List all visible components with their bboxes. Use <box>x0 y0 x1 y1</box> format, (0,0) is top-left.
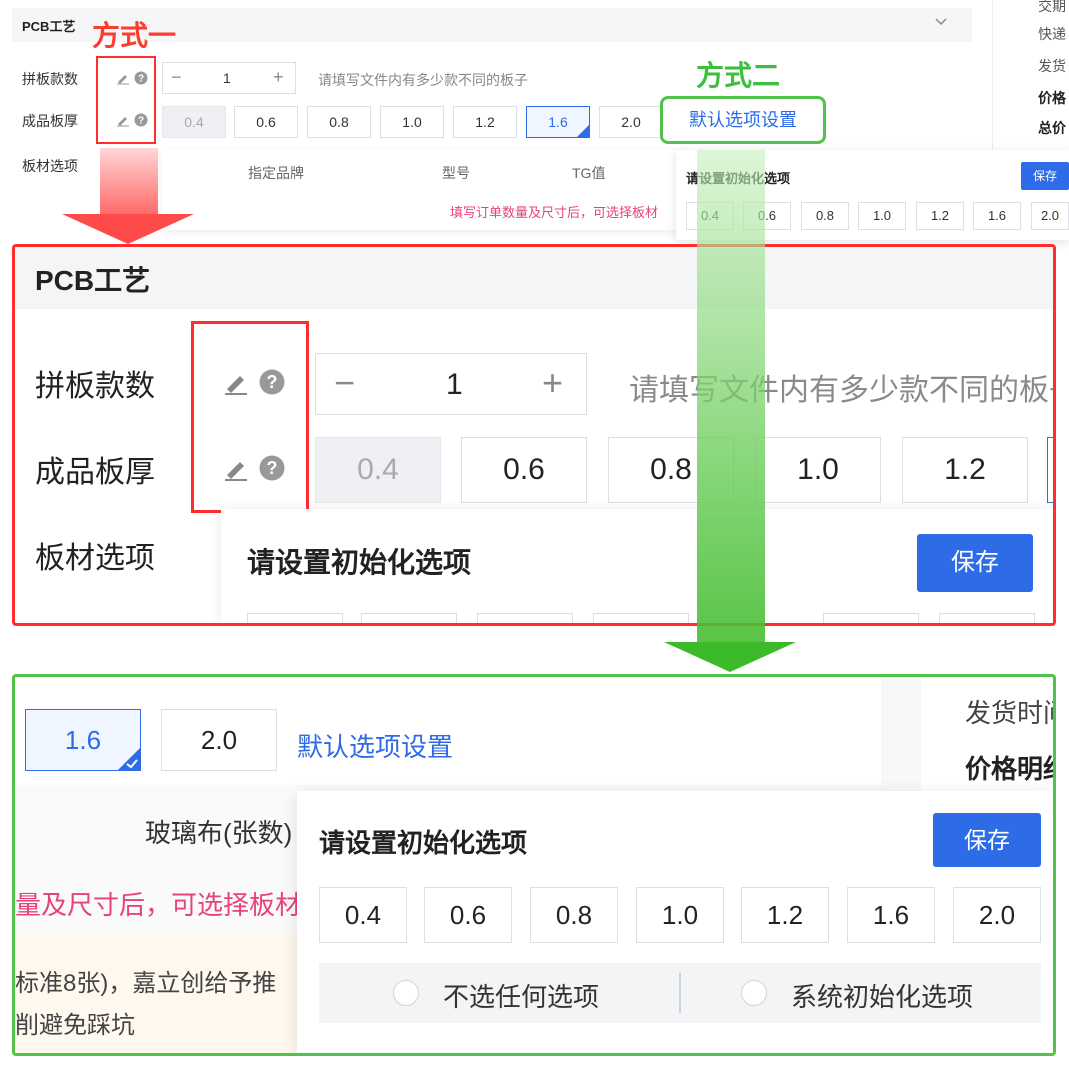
save-button[interactable]: 保存 <box>917 534 1033 592</box>
init-option-1-2[interactable]: 1.2 <box>916 202 964 230</box>
panel-count-stepper-zoom[interactable]: − 1 + <box>315 353 587 415</box>
red-arrow-head-icon <box>62 214 194 244</box>
glass-cloth-column: 玻璃布(张数) <box>145 818 293 848</box>
thickness-option-1-6-zoom[interactable]: 1.6 <box>25 709 141 771</box>
pcb-section-title: PCB工艺 <box>22 19 76 34</box>
side-delivery-label: 交期 <box>1038 0 1066 14</box>
radio-none[interactable] <box>393 980 419 1006</box>
thickness-option-1-6-zoom-clipped[interactable] <box>1047 437 1053 503</box>
minus-button[interactable]: − <box>334 362 355 404</box>
default-settings-link[interactable]: 默认选项设置 <box>660 96 826 144</box>
init-option-0-4[interactable]: 0.4 <box>319 887 407 943</box>
side-divider <box>992 0 993 150</box>
thickness-label: 成品板厚 <box>22 113 78 129</box>
panel-count-hint: 请填写文件内有多少款不同的板子 <box>318 72 528 88</box>
minus-button[interactable]: − <box>171 67 182 88</box>
init-option-clipped[interactable] <box>477 613 573 623</box>
init-option-1-0[interactable]: 1.0 <box>858 202 906 230</box>
init-option-clipped[interactable] <box>939 613 1035 623</box>
thickness-option-0-4-zoom: 0.4 <box>315 437 441 503</box>
side-total-label: 总价 <box>1038 120 1066 136</box>
init-option-1-0[interactable]: 1.0 <box>636 887 724 943</box>
thickness-option-1-0-zoom[interactable]: 1.0 <box>755 437 881 503</box>
thickness-option-1-0[interactable]: 1.0 <box>380 106 444 138</box>
thickness-option-text: 1.6 <box>548 114 568 130</box>
save-button[interactable]: 保存 <box>933 813 1041 867</box>
method-two-zoom-panel: 1.6 2.0 默认选项设置 玻璃布(张数) 量及尺寸后，可选择板材 标准8张)… <box>12 674 1056 1056</box>
material-label: 板材选项 <box>22 158 78 174</box>
thickness-option-2-0[interactable]: 2.0 <box>599 106 663 138</box>
method-one-highlight-box <box>96 56 156 144</box>
thickness-option-2-0-zoom[interactable]: 2.0 <box>161 709 277 771</box>
method-one-label: 方式一 <box>92 20 177 51</box>
pcb-section-title-zoom: PCB工艺 <box>35 265 151 296</box>
init-option-0-6[interactable]: 0.6 <box>424 887 512 943</box>
radio-separator <box>679 973 681 1013</box>
init-option-2-0[interactable]: 2.0 <box>953 887 1041 943</box>
panel-count-hint-zoom: 请填写文件内有多少款不同的板子 <box>629 374 1056 407</box>
thickness-option-1-6[interactable]: 1.6 <box>526 106 590 138</box>
init-popup-title-zoom: 请设置初始化选项 <box>247 547 472 578</box>
plus-button[interactable]: + <box>542 362 563 404</box>
radio-none-label[interactable]: 不选任何选项 <box>443 977 599 1014</box>
default-settings-link-zoom[interactable]: 默认选项设置 <box>297 727 453 764</box>
init-option-0-8[interactable]: 0.8 <box>801 202 849 230</box>
thickness-option-0-6[interactable]: 0.6 <box>234 106 298 138</box>
panel-count-value-zoom[interactable]: 1 <box>446 368 463 402</box>
material-col-tg: TG值 <box>572 165 606 181</box>
init-option-clipped[interactable] <box>593 613 689 623</box>
radio-system[interactable] <box>741 980 767 1006</box>
thickness-option-text: 1.6 <box>64 725 102 755</box>
thickness-option-0-8[interactable]: 0.8 <box>307 106 371 138</box>
plus-button[interactable]: + <box>273 67 284 88</box>
init-popup-title-detail: 请设置初始化选项 <box>319 828 528 858</box>
material-col-brand: 指定品牌 <box>248 165 304 181</box>
selected-check-icon <box>118 748 140 770</box>
init-option-1-2[interactable]: 1.2 <box>741 887 829 943</box>
init-option-1-6[interactable]: 1.6 <box>973 202 1021 230</box>
method-one-icon-highlight-box <box>191 321 309 513</box>
thickness-option-0-4: 0.4 <box>162 106 226 138</box>
init-option-clipped[interactable] <box>361 613 457 623</box>
panel-count-label: 拼板款数 <box>22 71 78 87</box>
pcb-section-header-zoom <box>15 247 1053 309</box>
panel-count-value[interactable]: 1 <box>223 70 231 86</box>
save-button[interactable]: 保存 <box>1021 162 1069 190</box>
material-label-zoom: 板材选项 <box>35 542 155 575</box>
init-option-1-6[interactable]: 1.6 <box>847 887 935 943</box>
material-hint-zoom: 量及尺寸后，可选择板材 <box>15 890 302 920</box>
side-price-detail-label: 价格明细 <box>965 754 1053 784</box>
side-ship-label: 发货 <box>1038 58 1066 74</box>
notice-line-2: 削避免踩坑 <box>15 1012 135 1039</box>
radio-system-label[interactable]: 系统初始化选项 <box>791 977 973 1014</box>
thickness-option-1-2-zoom[interactable]: 1.2 <box>902 437 1028 503</box>
panel-count-label-zoom: 拼板款数 <box>35 370 155 403</box>
panel-count-stepper[interactable]: − 1 + <box>162 62 296 94</box>
notice-line-1: 标准8张)，嘉立创给予推 <box>15 970 277 997</box>
thickness-option-0-6-zoom[interactable]: 0.6 <box>461 437 587 503</box>
init-option-2-0[interactable]: 2.0 <box>1031 202 1069 230</box>
method-two-label: 方式二 <box>696 60 781 91</box>
thickness-label-zoom: 成品板厚 <box>35 456 155 489</box>
thickness-option-1-2[interactable]: 1.2 <box>453 106 517 138</box>
green-arrow-down-icon <box>697 150 765 644</box>
material-hint: 填写订单数量及尺寸后，可选择板材 <box>450 205 659 220</box>
side-delivery-time-label: 发货时间 <box>965 698 1053 728</box>
init-option-clipped[interactable] <box>247 613 343 623</box>
side-express-label: 快递 <box>1038 26 1066 42</box>
green-arrow-head-icon <box>664 642 796 672</box>
material-col-model: 型号 <box>442 165 470 181</box>
init-option-clipped[interactable] <box>823 613 919 623</box>
side-price-label: 价格 <box>1038 90 1066 106</box>
method-one-zoom-panel: PCB工艺 拼板款数 ? − 1 + 请填写文件内有多少款不同的板子 成品板厚 … <box>12 244 1056 626</box>
chevron-down-icon[interactable] <box>934 14 948 28</box>
selected-check-icon <box>577 125 589 137</box>
init-option-0-8[interactable]: 0.8 <box>530 887 618 943</box>
red-arrow-down-icon <box>100 148 158 214</box>
